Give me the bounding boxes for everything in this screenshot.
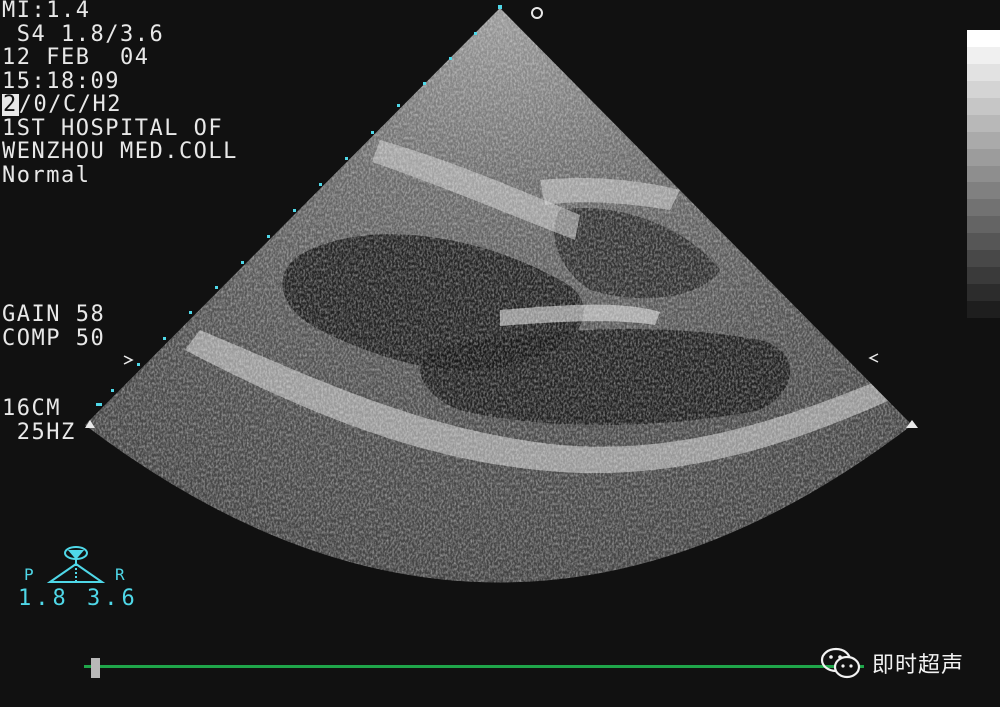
gain-settings: GAIN 58 COMP 50 [2,304,105,352]
focus-circle-icon [531,7,543,19]
mode-rest: /0/C/H2 [18,92,122,117]
acquisition-info: MI:1.4 S4 1.8/3.6 12 FEB 04 15:18:09 2/0… [2,0,238,188]
exam-time: 15:18:09 [2,68,120,94]
cine-timeline[interactable] [84,665,864,668]
hospital-name-line1: 1ST HOSPITAL OF [2,115,224,141]
hospital-name-line2: WENZHOU MED.COLL [2,139,238,164]
watermark: 即时超声 [820,645,964,681]
mode-flag: 2 [2,92,19,117]
watermark-text: 即时超声 [872,653,965,678]
preset-name: Normal [2,162,91,188]
grayscale-bar [967,30,1000,318]
mode-settings: 2/0/C/H2 [2,94,238,118]
left-caret-icon [123,355,134,365]
probe-label: S4 1.8/3.6 [2,21,165,47]
gain-value: GAIN 58 [2,302,106,327]
depth-value: 16CM [2,396,61,421]
comp-value: COMP 50 [2,326,106,351]
wechat-icon [820,647,861,679]
cine-timeline-handle[interactable] [91,658,100,678]
probe-left-label: P [24,565,36,584]
right-caret-icon [868,353,879,363]
probe-frequencies: 1.8 3.6 [18,586,139,611]
depth-settings: 16CM 25HZ [2,398,76,446]
mechanical-index: MI:1.4 [2,0,91,23]
exam-date: 12 FEB 04 [2,45,150,70]
probe-right-label: R [115,565,127,584]
ultrasound-screen: MI:1.4 S4 1.8/3.6 12 FEB 04 15:18:09 2/0… [0,0,1000,707]
frame-rate-value: 25HZ [2,420,76,445]
